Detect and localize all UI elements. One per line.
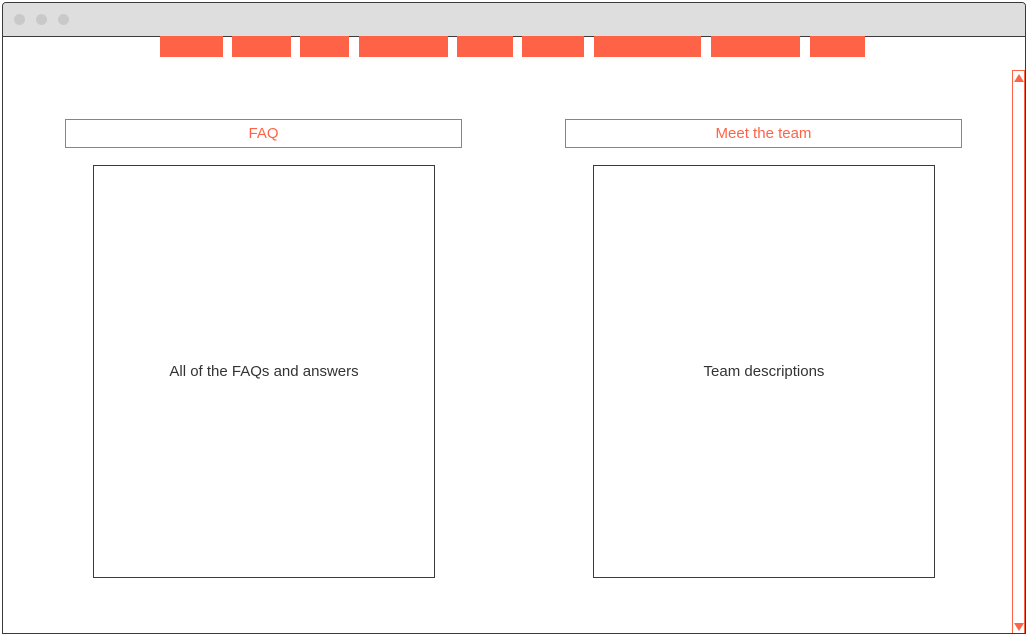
nav-item-2[interactable]: [232, 36, 291, 57]
nav-item-6[interactable]: [522, 36, 584, 57]
vertical-scrollbar[interactable]: [1012, 70, 1025, 633]
nav-item-5[interactable]: [457, 36, 513, 57]
nav-item-4[interactable]: [359, 36, 448, 57]
window-titlebar: [3, 3, 1025, 37]
nav-item-7[interactable]: [594, 36, 701, 57]
team-panel: Team descriptions: [593, 165, 935, 578]
faq-content: All of the FAQs and answers: [169, 363, 359, 380]
nav-item-8[interactable]: [711, 36, 800, 57]
scroll-down-icon[interactable]: [1014, 623, 1024, 631]
team-content: Team descriptions: [703, 363, 825, 380]
browser-window: FAQ All of the FAQs and answers Meet the…: [2, 2, 1026, 634]
nav-item-3[interactable]: [300, 36, 349, 57]
faq-panel: All of the FAQs and answers: [93, 165, 435, 578]
window-close-dot[interactable]: [14, 14, 25, 25]
window-maximize-dot[interactable]: [58, 14, 69, 25]
faq-header[interactable]: FAQ: [65, 119, 462, 148]
nav-item-1[interactable]: [160, 36, 223, 57]
window-minimize-dot[interactable]: [36, 14, 47, 25]
scroll-up-icon[interactable]: [1014, 74, 1024, 82]
team-header[interactable]: Meet the team: [565, 119, 962, 148]
nav-item-9[interactable]: [810, 36, 865, 57]
